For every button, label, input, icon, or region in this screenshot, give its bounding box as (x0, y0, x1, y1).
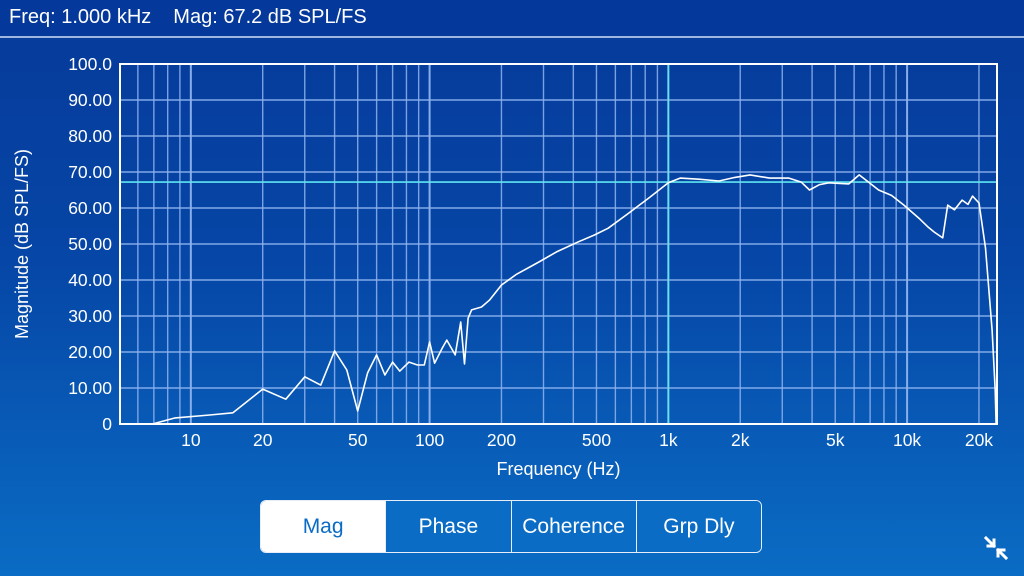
y-tick-label: 80.00 (68, 126, 112, 146)
x-tick-label: 10k (893, 430, 921, 450)
y-tick-label: 50.00 (68, 234, 112, 254)
grid (120, 64, 997, 424)
tab-mag[interactable]: Mag (261, 501, 386, 552)
y-tick-label: 0 (102, 414, 112, 434)
collapse-arrows-icon[interactable] (984, 536, 1008, 560)
x-tick-label: 10 (181, 430, 201, 450)
x-tick-label: 50 (348, 430, 368, 450)
x-tick-label: 100 (415, 430, 444, 450)
x-tick-labels: 10 20 50 100 200 500 1k 2k 5k 10k 20k (181, 430, 993, 450)
y-tick-label: 30.00 (68, 306, 112, 326)
x-tick-label: 20k (965, 430, 993, 450)
y-tick-labels: 0 10.00 20.00 30.00 40.00 50.00 60.00 70.00 80.0… (68, 54, 112, 434)
tab-grp-dly[interactable]: Grp Dly (635, 501, 761, 552)
y-axis-title: Magnitude (dB SPL/FS) (12, 149, 32, 339)
x-tick-label: 1k (659, 430, 678, 450)
view-mode-selector: Mag Phase Coherence Grp Dly (260, 500, 762, 553)
x-tick-label: 200 (487, 430, 516, 450)
y-tick-label: 40.00 (68, 270, 112, 290)
x-axis-title: Frequency (Hz) (496, 459, 620, 479)
tab-coherence[interactable]: Coherence (510, 501, 636, 552)
y-tick-label: 100.0 (68, 54, 112, 74)
magnitude-chart[interactable]: 10 20 50 100 200 500 1k 2k 5k 10k 20k 0 10.00 20.00 3… (0, 0, 1024, 576)
tab-phase[interactable]: Phase (385, 501, 511, 552)
y-tick-label: 90.00 (68, 90, 112, 110)
y-tick-label: 20.00 (68, 342, 112, 362)
y-tick-label: 10.00 (68, 378, 112, 398)
y-tick-label: 70.00 (68, 162, 112, 182)
y-tick-label: 60.00 (68, 198, 112, 218)
x-tick-label: 20 (253, 430, 273, 450)
x-tick-label: 5k (826, 430, 845, 450)
x-tick-label: 2k (731, 430, 750, 450)
x-tick-label: 500 (582, 430, 611, 450)
